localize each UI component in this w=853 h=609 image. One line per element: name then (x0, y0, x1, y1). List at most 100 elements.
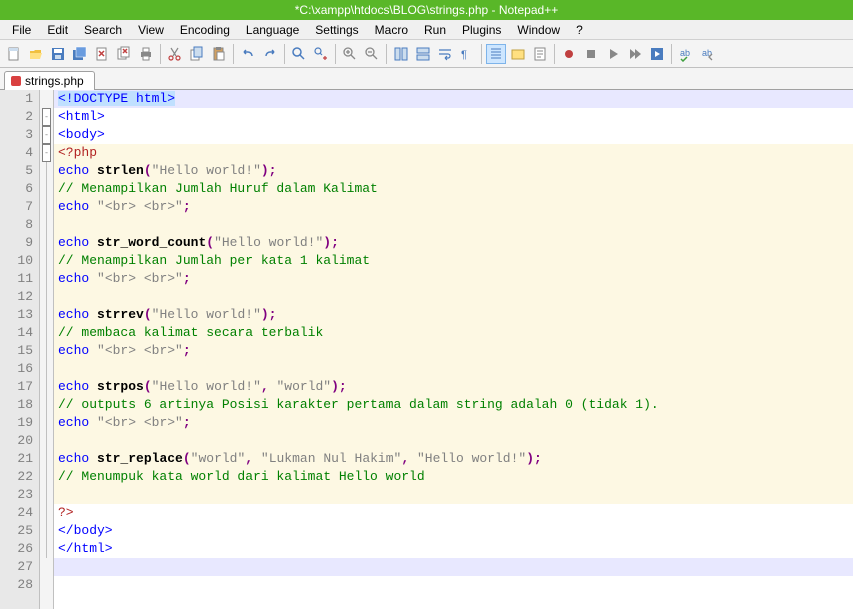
code-text: echo (58, 451, 89, 466)
record-icon[interactable] (559, 44, 579, 64)
undo-icon[interactable] (238, 44, 258, 64)
code-text: "world" (277, 379, 332, 394)
svg-text:¶: ¶ (461, 49, 467, 61)
close-all-icon[interactable] (114, 44, 134, 64)
code-text: ?> (58, 505, 74, 520)
fold-column: --- (40, 90, 54, 609)
menu-plugins[interactable]: Plugins (454, 21, 509, 39)
code-text: "<br> <br>" (97, 199, 183, 214)
code-text: <?php (58, 145, 97, 160)
menu-file[interactable]: File (4, 21, 39, 39)
zoom-in-icon[interactable] (340, 44, 360, 64)
code-text: , (261, 379, 269, 394)
titlebar: *C:\xampp\htdocs\BLOG\strings.php - Note… (0, 0, 853, 20)
code-text: ); (261, 307, 277, 322)
new-icon[interactable] (4, 44, 24, 64)
code-text: </body> (58, 523, 113, 538)
zoom-out-icon[interactable] (362, 44, 382, 64)
code-text: "world" (191, 451, 246, 466)
close-icon[interactable] (92, 44, 112, 64)
cut-icon[interactable] (165, 44, 185, 64)
save-all-icon[interactable] (70, 44, 90, 64)
toolbar-separator (481, 44, 482, 64)
copy-icon[interactable] (187, 44, 207, 64)
open-icon[interactable] (26, 44, 46, 64)
code-text: </html> (58, 541, 113, 556)
code-text: ( (206, 235, 214, 250)
toolbar-separator (233, 44, 234, 64)
menu-edit[interactable]: Edit (39, 21, 76, 39)
code-text: // membaca kalimat secara terbalik (58, 325, 323, 340)
play-icon[interactable] (603, 44, 623, 64)
tab-label: strings.php (25, 74, 84, 88)
toolbar-separator (160, 44, 161, 64)
toolbar-separator (671, 44, 672, 64)
indent-guide-icon[interactable] (486, 44, 506, 64)
stop-icon[interactable] (581, 44, 601, 64)
code-text: echo (58, 271, 89, 286)
menu-language[interactable]: Language (238, 21, 307, 39)
folder-icon[interactable] (508, 44, 528, 64)
spell-next-icon[interactable]: ab (698, 44, 718, 64)
code-text: echo (58, 415, 89, 430)
code-text: // Menampilkan Jumlah per kata 1 kalimat (58, 253, 370, 268)
menu-view[interactable]: View (130, 21, 172, 39)
menu-run[interactable]: Run (416, 21, 454, 39)
menu-search[interactable]: Search (76, 21, 130, 39)
tab-strings-php[interactable]: strings.php (4, 71, 95, 90)
spell-icon[interactable]: ab (676, 44, 696, 64)
toolbar-separator (554, 44, 555, 64)
code-text: ); (323, 235, 339, 250)
all-chars-icon[interactable]: ¶ (457, 44, 477, 64)
menu-help[interactable]: ? (568, 21, 591, 39)
code-text: "<br> <br>" (97, 271, 183, 286)
code-text: "Hello world!" (152, 163, 261, 178)
code-text: ; (183, 199, 191, 214)
wrap-icon[interactable] (435, 44, 455, 64)
code-text: ( (144, 307, 152, 322)
print-icon[interactable] (136, 44, 156, 64)
code-text: // Menampilkan Jumlah Huruf dalam Kalima… (58, 181, 378, 196)
code-text: <html> (58, 109, 105, 124)
svg-text:ab: ab (680, 48, 690, 58)
sync-h-icon[interactable] (413, 44, 433, 64)
code-text: ; (183, 415, 191, 430)
unsaved-indicator-icon (11, 76, 21, 86)
code-text: ( (144, 379, 152, 394)
code-text: "Hello world!" (417, 451, 526, 466)
code-text: strlen (97, 163, 144, 178)
code-text: "<br> <br>" (97, 415, 183, 430)
code-text: echo (58, 379, 89, 394)
code-text: ); (331, 379, 347, 394)
code-text: str_word_count (97, 235, 206, 250)
menu-encoding[interactable]: Encoding (172, 21, 238, 39)
paste-icon[interactable] (209, 44, 229, 64)
menu-window[interactable]: Window (509, 21, 568, 39)
play-multi-icon[interactable] (625, 44, 645, 64)
code-text: ; (183, 271, 191, 286)
code-editor: 1234567891011121314151617181920212223242… (0, 90, 853, 609)
svg-text:ab: ab (702, 48, 712, 58)
code-text: str_replace (97, 451, 183, 466)
find-icon[interactable] (289, 44, 309, 64)
code-text: "Hello world!" (152, 379, 261, 394)
doc-map-icon[interactable] (530, 44, 550, 64)
sync-v-icon[interactable] (391, 44, 411, 64)
code-text: echo (58, 163, 89, 178)
code-text: echo (58, 199, 89, 214)
menu-settings[interactable]: Settings (307, 21, 366, 39)
menu-macro[interactable]: Macro (367, 21, 416, 39)
line-numbers: 1234567891011121314151617181920212223242… (0, 90, 40, 609)
code-area[interactable]: <!DOCTYPE html> <html> <body> <?php echo… (54, 90, 853, 609)
code-text: "<br> <br>" (97, 343, 183, 358)
save-macro-icon[interactable] (647, 44, 667, 64)
window-title: *C:\xampp\htdocs\BLOG\strings.php - Note… (295, 3, 558, 17)
redo-icon[interactable] (260, 44, 280, 64)
code-text: echo (58, 343, 89, 358)
code-text: <body> (58, 127, 105, 142)
replace-icon[interactable] (311, 44, 331, 64)
code-text: ; (183, 343, 191, 358)
code-text: "Hello world!" (152, 307, 261, 322)
code-text: strrev (97, 307, 144, 322)
save-icon[interactable] (48, 44, 68, 64)
